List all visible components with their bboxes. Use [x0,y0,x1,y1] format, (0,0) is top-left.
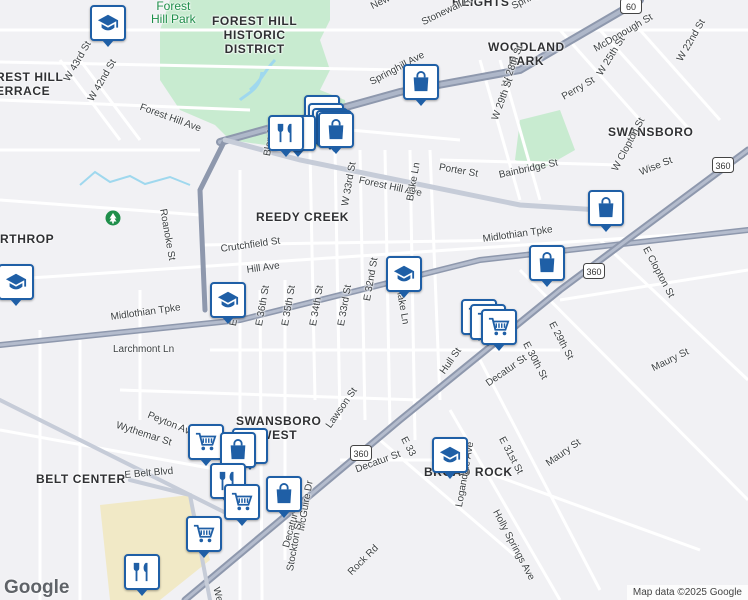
shopping-marker[interactable] [588,190,624,232]
shopping-marker[interactable] [266,476,302,518]
highway-shield: 60 [620,0,642,14]
map-base [0,0,748,600]
school-icon [393,265,415,282]
grocery-cart-icon [231,492,253,511]
grocery-marker[interactable] [224,484,260,526]
grocery-cart-icon [195,432,217,451]
map-canvas[interactable]: FOREST HILL HISTORIC DISTRICT HEIGHTS WOOD… [0,0,748,600]
svg-text:360: 360 [353,449,368,459]
area-label: REEDY CREEK [256,210,350,224]
park-tree-icon [105,210,121,229]
area-label: RTHROP [0,232,55,246]
shopping-bag-icon [413,71,429,92]
highway-shield: 360 [712,157,734,173]
shopping-bag-icon [598,197,614,218]
restaurant-icon [277,123,292,143]
school-icon [217,291,239,308]
school-marker[interactable] [432,437,468,479]
area-label: BELT CENTER [36,472,126,486]
grocery-cart-icon [488,317,510,336]
highway-shield: 360 [350,445,372,461]
shopping-marker[interactable] [529,245,565,287]
school-marker[interactable] [210,282,246,324]
school-icon [439,446,461,463]
grocery-marker[interactable] [481,309,517,351]
restaurant-icon [133,562,148,582]
park-label: Forest Hill Park [151,0,196,26]
school-marker[interactable] [0,264,34,306]
shopping-marker[interactable] [318,112,354,154]
street-label: Larchmont Ln [113,344,175,355]
svg-text:360: 360 [586,267,601,277]
area-label: FOREST HILL HISTORIC DISTRICT [212,14,298,56]
school-icon [5,273,27,290]
school-icon [97,14,119,31]
shopping-marker[interactable] [403,64,439,106]
school-marker[interactable] [90,5,126,47]
restaurant-marker[interactable] [124,554,160,596]
shopping-bag-icon [539,252,555,273]
school-marker[interactable] [386,256,422,298]
highway-shield: 360 [583,263,605,279]
area-label: REST HILL ERRACE [0,70,64,98]
restaurant-marker[interactable] [268,115,304,157]
area-label: SWANSBORO [608,125,694,139]
shopping-bag-icon [276,483,292,504]
svg-text:60: 60 [626,2,636,12]
grocery-marker[interactable] [188,424,224,466]
map-attribution[interactable]: Map data ©2025 Google [626,585,748,600]
area-label: WOODLAND PARK [488,40,565,68]
shopping-bag-icon [230,439,246,460]
grocery-marker[interactable] [186,516,222,558]
grocery-cart-icon [193,524,215,543]
shopping-bag-icon [328,119,344,140]
svg-text:360: 360 [715,161,730,171]
google-logo: Google [4,577,70,598]
